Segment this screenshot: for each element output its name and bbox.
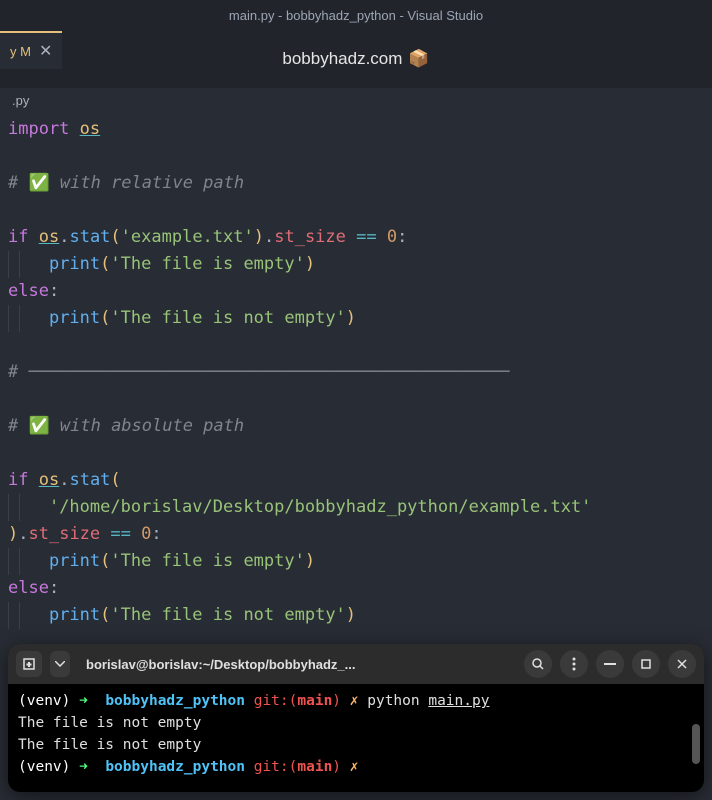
watermark-text: bobbyhadz.com xyxy=(282,49,402,69)
code-line xyxy=(8,386,704,413)
code-line xyxy=(8,143,704,170)
package-icon: 📦 xyxy=(408,49,429,69)
watermark: bobbyhadz.com 📦 xyxy=(282,49,429,69)
new-tab-button[interactable] xyxy=(16,651,42,677)
code-line: if os.stat( xyxy=(8,467,704,494)
code-editor[interactable]: import os # ✅ with relative path if os.s… xyxy=(0,112,712,633)
code-line: # ✅ with absolute path xyxy=(8,413,704,440)
code-line xyxy=(8,332,704,359)
code-line xyxy=(8,197,704,224)
maximize-button[interactable] xyxy=(632,650,660,678)
code-line: print('The file is not empty') xyxy=(8,602,704,629)
terminal-window: borislav@borislav:~/Desktop/bobbyhadz_..… xyxy=(8,644,704,792)
breadcrumb[interactable]: .py xyxy=(0,88,712,112)
tab-main-py[interactable]: y M ✕ xyxy=(0,31,62,69)
dropdown-button[interactable] xyxy=(50,651,70,677)
code-line: else: xyxy=(8,278,704,305)
terminal-line: (venv) ➜ bobbyhadz_python git:(main) ✗ p… xyxy=(18,690,694,712)
minimize-button[interactable] xyxy=(596,650,624,678)
tab-label: y M xyxy=(10,44,31,59)
code-line xyxy=(8,440,704,467)
terminal-body[interactable]: (venv) ➜ bobbyhadz_python git:(main) ✗ p… xyxy=(8,684,704,792)
search-icon[interactable] xyxy=(524,650,552,678)
breadcrumb-file: .py xyxy=(12,93,29,108)
terminal-title: borislav@borislav:~/Desktop/bobbyhadz_..… xyxy=(78,657,516,672)
terminal-header: borislav@borislav:~/Desktop/bobbyhadz_..… xyxy=(8,644,704,684)
close-icon[interactable]: ✕ xyxy=(39,41,52,61)
terminal-line: The file is not empty xyxy=(18,734,694,756)
window-title-bar: main.py - bobbyhadz_python - Visual Stud… xyxy=(0,0,712,30)
code-line: print('The file is empty') xyxy=(8,251,704,278)
code-line: import os xyxy=(8,116,704,143)
code-line: print('The file is empty') xyxy=(8,548,704,575)
terminal-scrollbar[interactable] xyxy=(692,724,700,764)
terminal-line: (venv) ➜ bobbyhadz_python git:(main) ✗ xyxy=(18,756,694,778)
code-line: '/home/borislav/Desktop/bobbyhadz_python… xyxy=(8,494,704,521)
menu-icon[interactable] xyxy=(560,650,588,678)
tab-bar: y M ✕ bobbyhadz.com 📦 xyxy=(0,30,712,88)
code-line: else: xyxy=(8,575,704,602)
code-line: # ──────────────────────────────────────… xyxy=(8,359,704,386)
code-line: # ✅ with relative path xyxy=(8,170,704,197)
code-line: ).st_size == 0: xyxy=(8,521,704,548)
code-line: print('The file is not empty') xyxy=(8,305,704,332)
terminal-line: The file is not empty xyxy=(18,712,694,734)
close-button[interactable] xyxy=(668,650,696,678)
window-title: main.py - bobbyhadz_python - Visual Stud… xyxy=(229,8,483,23)
code-line: if os.stat('example.txt').st_size == 0: xyxy=(8,224,704,251)
